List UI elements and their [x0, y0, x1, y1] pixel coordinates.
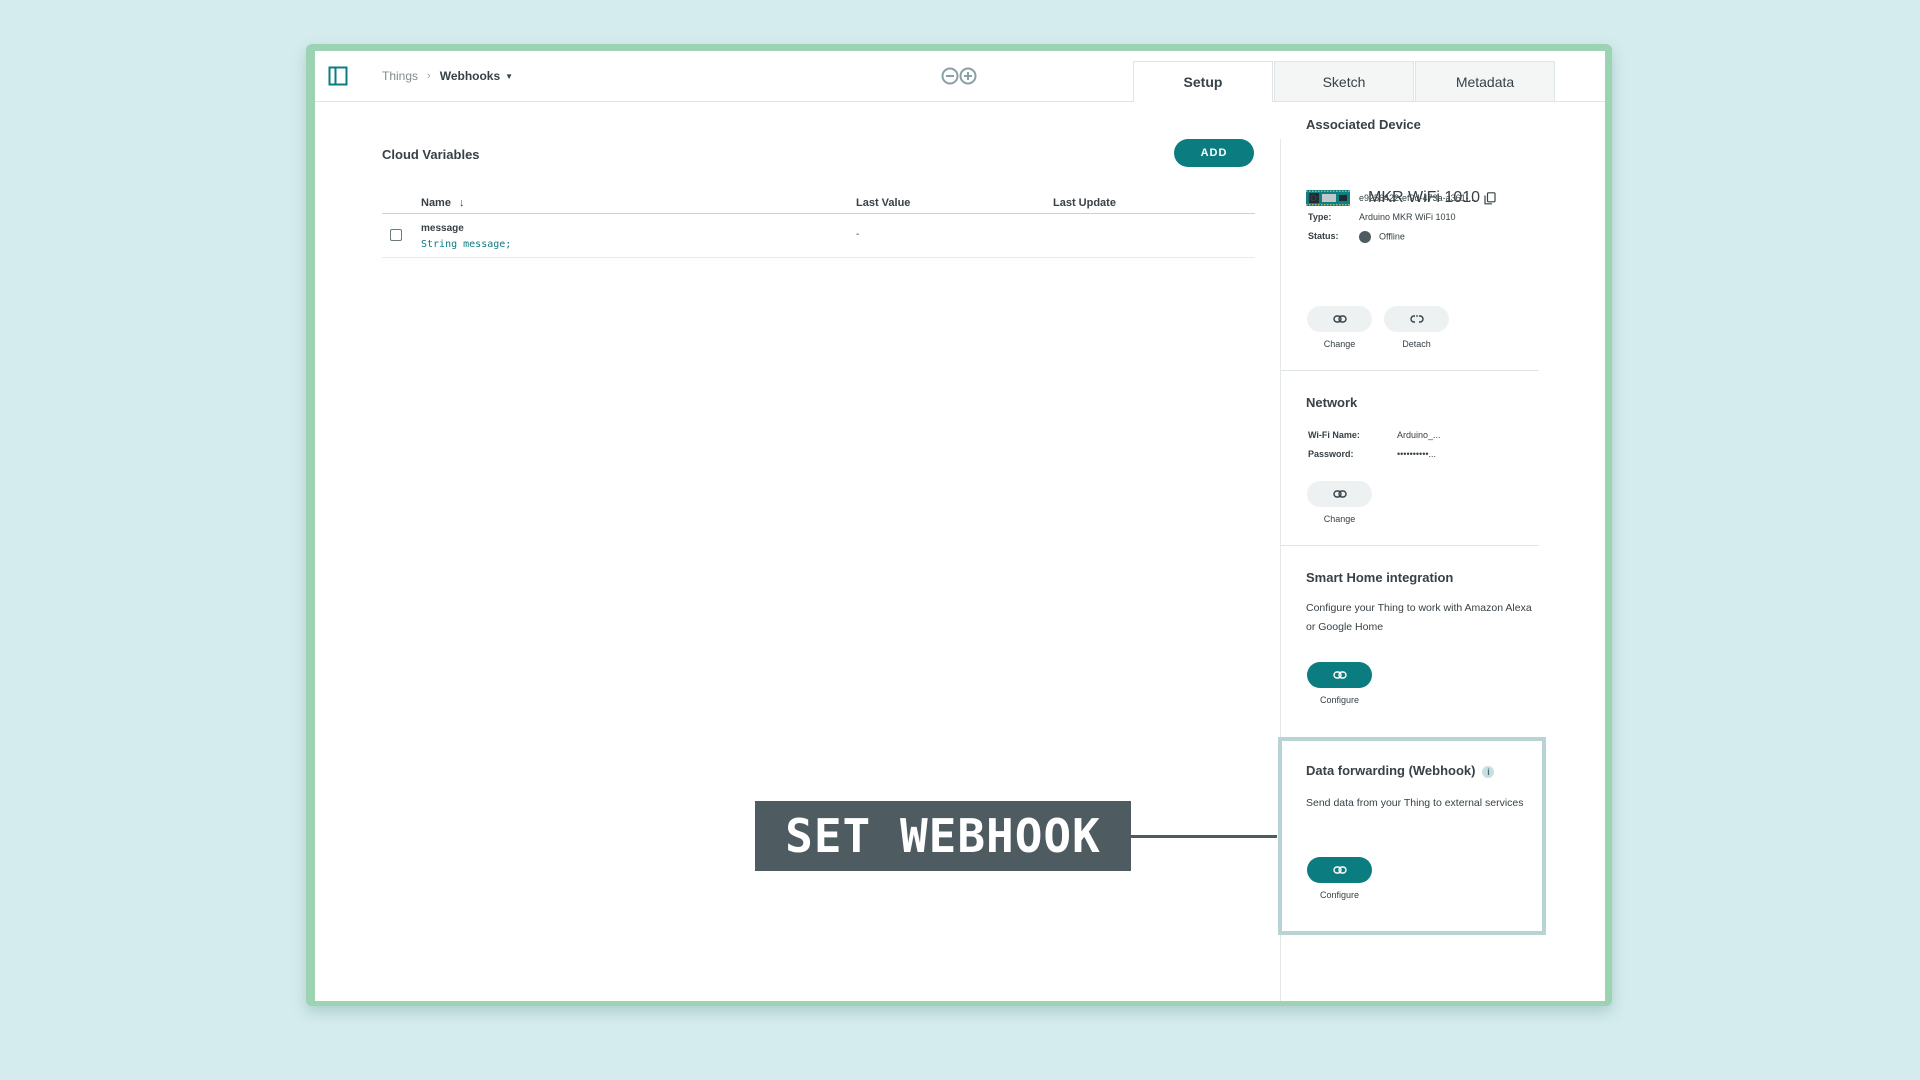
callout-connector-line [1131, 835, 1277, 838]
copy-icon[interactable] [1484, 192, 1496, 205]
table-row[interactable]: message String message; - [382, 214, 1255, 258]
password-label: Password: [1308, 449, 1354, 459]
variable-name: message [421, 223, 464, 234]
device-id-label: ID: [1308, 192, 1320, 203]
device-status-row: Status: Offline [1308, 231, 1405, 243]
sidebar-toggle-icon[interactable] [328, 66, 348, 86]
tab-metadata[interactable]: Metadata [1415, 61, 1555, 101]
link-icon [1332, 315, 1347, 323]
section-divider [1281, 545, 1539, 546]
device-type-label: Type: [1308, 212, 1332, 222]
detach-device-label: Detach [1402, 339, 1431, 349]
tab-sketch[interactable]: Sketch [1274, 61, 1414, 101]
column-name-label: Name [421, 197, 451, 209]
unlink-icon [1409, 315, 1424, 323]
add-variable-button[interactable]: ADD [1174, 139, 1254, 167]
associated-device-title: Associated Device [1306, 117, 1421, 132]
data-forwarding-title: Data forwarding (Webhook) i [1306, 763, 1495, 778]
tab-bar: Setup Sketch Metadata [1133, 61, 1556, 102]
password-value: ••••••••••... [1397, 449, 1437, 459]
arduino-logo-icon [941, 67, 977, 85]
webhook-configure-button[interactable] [1307, 857, 1372, 883]
smart-home-configure-label: Configure [1319, 695, 1360, 705]
caret-down-icon[interactable]: ▼ [505, 72, 513, 81]
variable-last-value: - [856, 229, 860, 240]
device-type-row: Type: Arduino MKR WiFi 1010 [1308, 212, 1456, 222]
device-status-value: Offline [1379, 231, 1405, 242]
wifi-name-value: Arduino_... [1397, 430, 1441, 440]
sort-down-icon[interactable]: ↓ [459, 197, 465, 209]
column-name-header[interactable]: Name ↓ [421, 197, 465, 209]
smart-home-configure-button[interactable] [1307, 662, 1372, 688]
section-divider [1281, 370, 1539, 371]
top-bar: Things › Webhooks ▼ Setup Sketch Metadat… [315, 51, 1605, 102]
chevron-right-icon: › [427, 70, 431, 82]
network-title: Network [1306, 395, 1358, 410]
device-type-value: Arduino MKR WiFi 1010 [1359, 212, 1456, 222]
smart-home-title: Smart Home integration [1306, 570, 1454, 585]
wifi-name-label: Wi-Fi Name: [1308, 430, 1360, 440]
set-webhook-banner: SET WEBHOOK [755, 801, 1131, 871]
device-id-value: e9256422-ef9d-473a-a361-... [1359, 192, 1477, 203]
breadcrumb: Things › Webhooks ▼ [382, 69, 513, 83]
row-checkbox[interactable] [390, 229, 402, 241]
change-device-label: Change [1323, 339, 1356, 349]
webhook-configure-label: Configure [1319, 890, 1360, 900]
breadcrumb-current-thing[interactable]: Webhooks [440, 69, 500, 83]
column-last-value-header: Last Value [856, 197, 911, 209]
data-forwarding-description: Send data from your Thing to external se… [1306, 797, 1524, 809]
link-icon [1332, 866, 1347, 874]
breadcrumb-things-link[interactable]: Things [382, 69, 418, 83]
password-row: Password: ••••••••••... [1308, 449, 1436, 459]
change-network-label: Change [1323, 514, 1356, 524]
info-icon[interactable]: i [1482, 765, 1495, 778]
variable-declaration: String message; [421, 239, 512, 250]
variables-table: Name ↓ Last Value Last Update message St… [382, 191, 1255, 258]
link-icon [1332, 671, 1347, 679]
status-dot-icon [1359, 231, 1371, 243]
table-header: Name ↓ Last Value Last Update [382, 191, 1255, 214]
change-device-button[interactable] [1307, 306, 1372, 332]
change-network-button[interactable] [1307, 481, 1372, 507]
smart-home-description: Configure your Thing to work with Amazon… [1306, 602, 1532, 633]
tab-setup[interactable]: Setup [1133, 61, 1273, 102]
wifi-name-row: Wi-Fi Name: Arduino_... [1308, 430, 1441, 440]
data-forwarding-title-text: Data forwarding (Webhook) [1306, 763, 1476, 778]
device-status-label: Status: [1308, 231, 1339, 242]
link-icon [1332, 490, 1347, 498]
detach-device-button[interactable] [1384, 306, 1449, 332]
cloud-variables-title: Cloud Variables [382, 147, 480, 162]
column-last-update-header: Last Update [1053, 197, 1116, 209]
device-id-row: ID: e9256422-ef9d-473a-a361-... [1308, 192, 1496, 205]
